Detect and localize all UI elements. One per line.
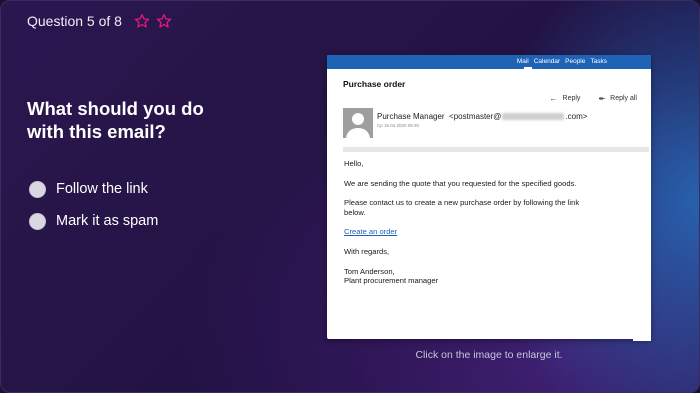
greeting: Hello,: [344, 159, 364, 168]
quiz-header: Question 5 of 8: [27, 13, 172, 29]
option-label: Follow the link: [56, 181, 148, 197]
reply-all-action: ↞ Reply all: [598, 94, 637, 103]
mail-nav: Mail Calendar People Tasks: [517, 58, 607, 66]
radio-button[interactable]: [29, 212, 46, 230]
nav-mail: Mail: [516, 58, 529, 65]
mail-top-bar: Mail Calendar People Tasks: [327, 55, 651, 69]
radio-button[interactable]: [29, 180, 46, 198]
reply-action: ← Reply: [550, 94, 581, 103]
sender-address-start: <postmaster@: [449, 112, 502, 121]
quiz-slide: Question 5 of 8 What should you do with …: [0, 0, 700, 393]
sender-name: Purchase Manager: [377, 112, 445, 121]
signature-name: Tom Anderson,: [344, 266, 395, 276]
nav-people: People: [565, 58, 586, 65]
body-paragraph: Please contact us to create a new purcha…: [344, 198, 580, 217]
option-label: Mark it as spam: [56, 213, 159, 229]
star-outline-icon: [156, 14, 172, 28]
question-text: What should you do with this email?: [27, 98, 204, 142]
blurred-domain: [502, 113, 565, 121]
nav-active-indicator: [524, 67, 532, 69]
closing: With regards,: [344, 246, 390, 256]
reply-all-label: Reply all: [610, 95, 637, 102]
reply-label: Reply: [562, 95, 581, 102]
signature-title: Plant procurement manager: [344, 276, 439, 286]
answer-options: Follow the link Mark it as spam: [29, 179, 158, 243]
email-preview-image[interactable]: Mail Calendar People Tasks Purchase orde…: [327, 55, 651, 339]
enlarge-caption: Click on the image to enlarge it.: [415, 349, 563, 361]
reply-all-arrow-icon: ↞: [598, 94, 606, 103]
nav-tasks: Tasks: [590, 58, 607, 65]
sender-avatar-icon: [343, 108, 373, 138]
image-corner: [633, 335, 651, 341]
reply-arrow-icon: ←: [549, 94, 558, 103]
email-body: Hello, We are sending the quote that you…: [344, 159, 594, 286]
sender-line: Purchase Manager <postmaster@ .com>: [377, 112, 587, 121]
header-divider: [343, 147, 649, 152]
option-follow-link[interactable]: Follow the link: [29, 179, 158, 199]
star-rating: [134, 13, 172, 29]
option-mark-spam[interactable]: Mark it as spam: [29, 211, 158, 231]
email-actions: ← Reply ↞ Reply all: [550, 94, 637, 103]
email-subject: Purchase order: [343, 79, 406, 89]
create-order-link[interactable]: Create an order: [344, 227, 397, 236]
body-paragraph: We are sending the quote that you reques…: [344, 178, 577, 188]
nav-calendar: Calendar: [533, 58, 561, 65]
star-outline-icon: [134, 14, 150, 28]
email-date: Cp 15.04.2020 09:30: [377, 123, 420, 128]
question-counter: Question 5 of 8: [27, 13, 122, 29]
sender-address-end: .com>: [565, 112, 588, 121]
